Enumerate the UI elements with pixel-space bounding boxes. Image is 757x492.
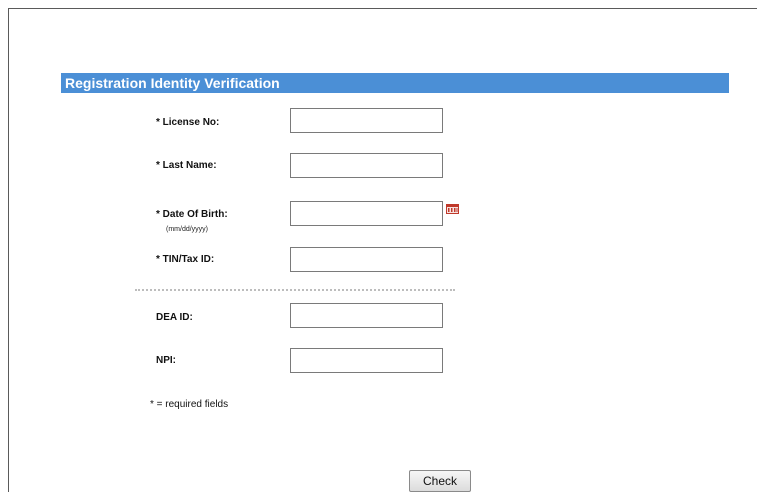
date-format-hint: (mm/dd/yyyy) xyxy=(166,226,208,233)
dea-id-label: DEA ID: xyxy=(156,312,193,323)
date-of-birth-input[interactable] xyxy=(290,201,443,226)
npi-input[interactable] xyxy=(290,348,443,373)
section-divider xyxy=(135,289,455,291)
license-no-input[interactable] xyxy=(290,108,443,133)
tin-tax-id-label: * TIN/Tax ID: xyxy=(156,254,215,265)
dea-id-input[interactable] xyxy=(290,303,443,328)
required-fields-note: * = required fields xyxy=(150,399,229,410)
check-button[interactable]: Check xyxy=(409,470,471,492)
last-name-label: * Last Name: xyxy=(156,160,217,171)
last-name-input[interactable] xyxy=(290,153,443,178)
section-title: Registration Identity Verification xyxy=(61,73,729,93)
date-of-birth-label: * Date Of Birth: xyxy=(156,209,228,220)
calendar-icon[interactable] xyxy=(446,203,459,214)
license-no-label: * License No: xyxy=(156,117,220,128)
npi-label: NPI: xyxy=(156,355,176,366)
tin-tax-id-input[interactable] xyxy=(290,247,443,272)
